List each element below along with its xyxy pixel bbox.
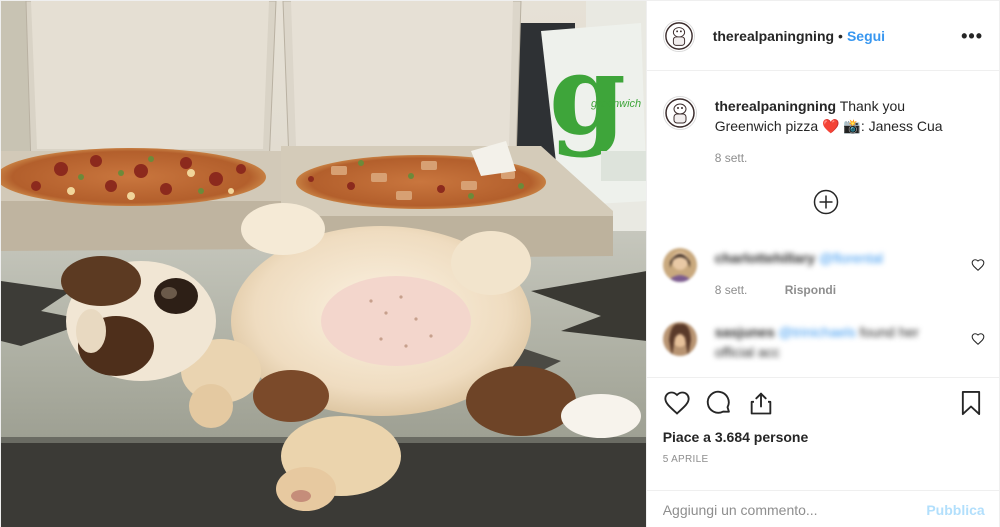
commenter-avatar[interactable] (662, 248, 697, 282)
author-avatar[interactable] (662, 19, 695, 52)
author-username[interactable]: therealpaningning (713, 28, 834, 44)
post-date[interactable]: 5 APRILE (663, 454, 985, 465)
caption-avatar-image (663, 97, 696, 129)
heart-icon[interactable] (971, 258, 985, 272)
comment-mention[interactable]: @florental (819, 250, 883, 266)
likes-count[interactable]: Piace a 3.684 persone (663, 429, 985, 445)
comment-icon[interactable] (705, 389, 733, 417)
commenter-avatar[interactable] (662, 322, 697, 356)
comment-username[interactable]: charlottehillary (715, 250, 815, 266)
add-comment-bar: Pubblica (646, 490, 1000, 527)
reply-button[interactable]: Rispondi (785, 283, 836, 297)
instagram-post: g greenwich therealpaningning • Segui ••… (0, 0, 1000, 527)
post-side-panel: therealpaningning • Segui ••• therealpan… (645, 1, 1000, 527)
caption-body: therealpaningning Thank you Greenwich pi… (715, 96, 945, 168)
caption-username[interactable]: therealpaningning (715, 98, 836, 114)
share-icon[interactable] (747, 389, 775, 417)
comment-meta: 8 sett. Rispondi (715, 280, 915, 300)
bag-logo-text: greenwich (591, 98, 641, 110)
bag-logo-letter: g (549, 30, 626, 159)
more-icon[interactable]: ••• (961, 27, 983, 45)
comment-body: sasjunes @trinichaels found her official… (715, 322, 930, 362)
caption-comment: therealpaningning Thank you Greenwich pi… (662, 96, 985, 168)
plus-circle-icon[interactable] (813, 189, 839, 215)
post-photo[interactable]: g greenwich (1, 1, 646, 527)
comment-body: charlottehillary @florental 8 sett. Risp… (715, 248, 915, 300)
heart-icon[interactable] (971, 332, 985, 346)
caption-avatar[interactable] (662, 96, 697, 130)
comment-mention[interactable]: @trinichaels (779, 324, 856, 340)
comment-input[interactable] (662, 501, 927, 518)
publish-button[interactable]: Pubblica (926, 502, 984, 518)
commenter-avatar-image (662, 248, 697, 282)
follow-button[interactable]: Segui (847, 28, 885, 44)
puppy-with-pizza-image: g greenwich (1, 1, 646, 527)
header-separator: • (838, 27, 843, 44)
post-actions: Piace a 3.684 persone 5 APRILE (646, 377, 1000, 465)
commenter-avatar-image (662, 322, 697, 356)
comment-time[interactable]: 8 sett. (715, 283, 748, 297)
action-bar (663, 378, 985, 428)
author-avatar-image (663, 20, 694, 51)
comment-item: sasjunes @trinichaels found her official… (662, 322, 985, 362)
heart-icon[interactable] (663, 389, 691, 417)
comment-username[interactable]: sasjunes (715, 324, 775, 340)
bookmark-icon[interactable] (957, 389, 985, 417)
comment-item: charlottehillary @florental 8 sett. Risp… (662, 248, 985, 300)
comments-list[interactable]: therealpaningning Thank you Greenwich pi… (647, 72, 1000, 377)
post-header: therealpaningning • Segui ••• (646, 1, 999, 71)
caption-time[interactable]: 8 sett. (715, 148, 945, 168)
